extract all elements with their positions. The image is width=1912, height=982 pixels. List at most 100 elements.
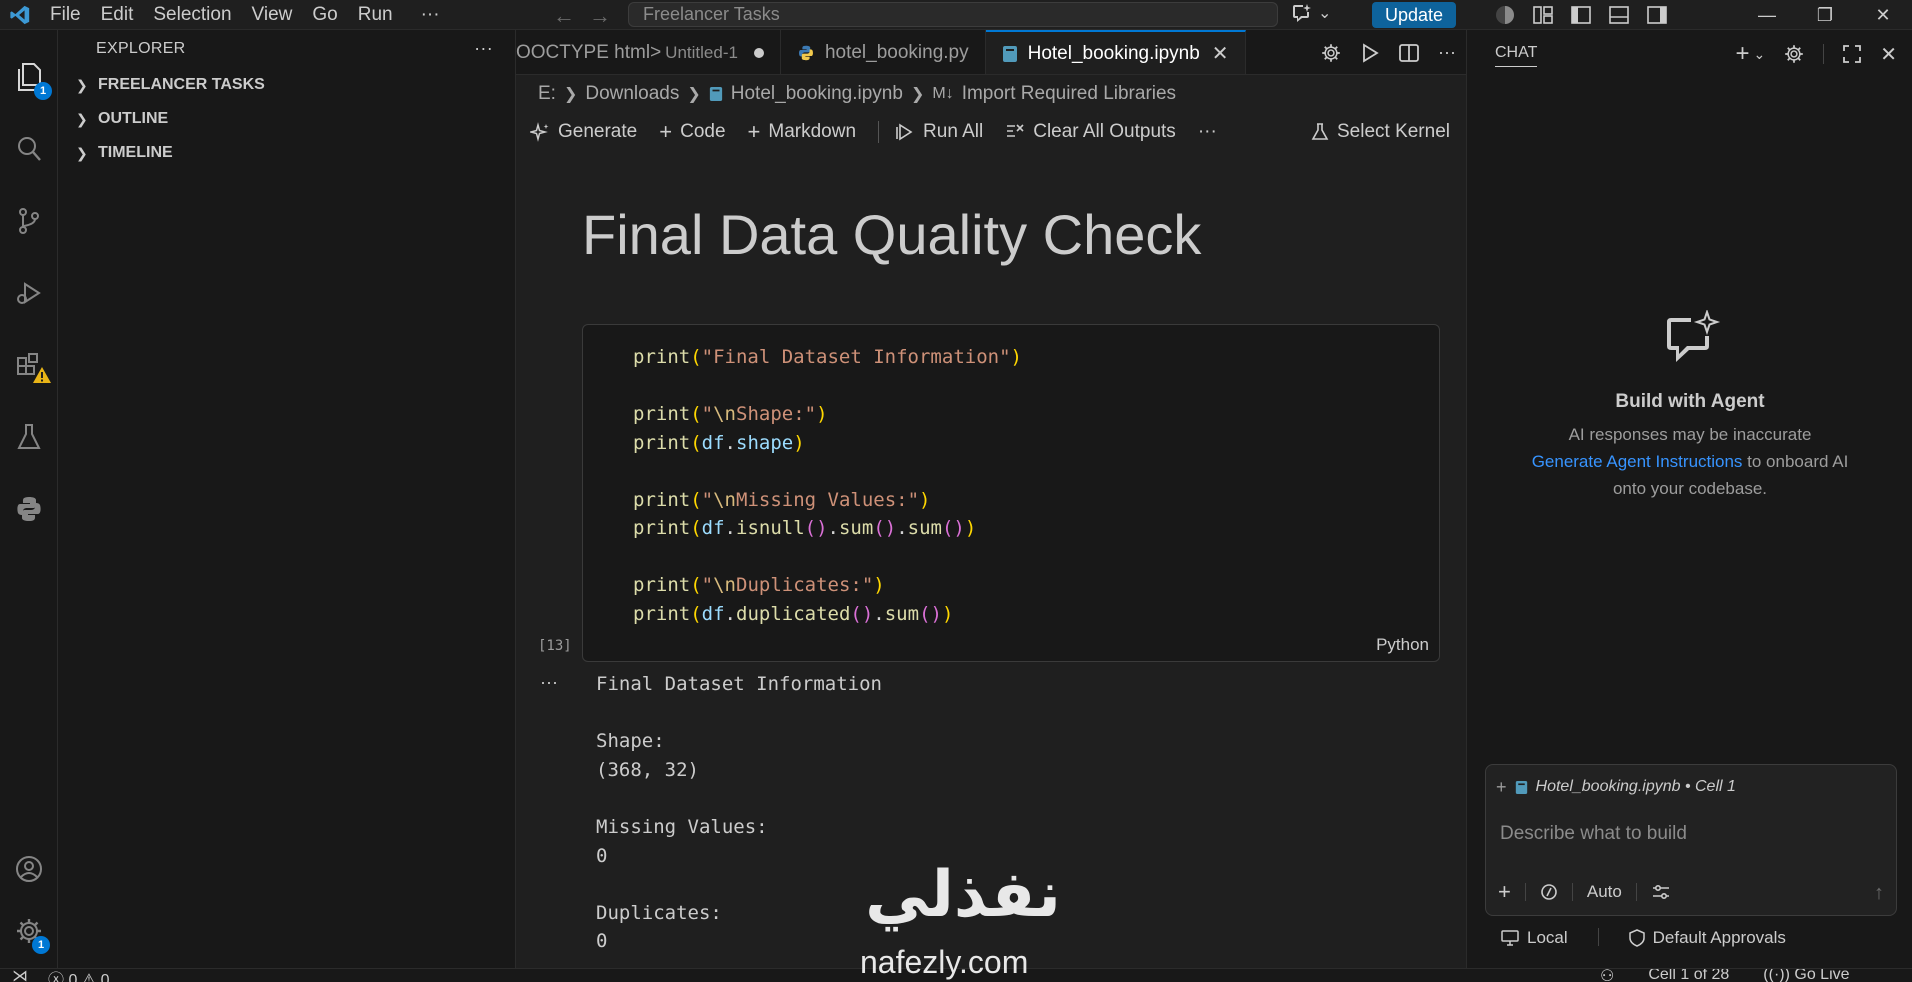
explorer-header: EXPLORER ··· xyxy=(58,30,515,68)
generate-agent-instructions-link[interactable]: Generate Agent Instructions xyxy=(1532,452,1743,471)
section-outline[interactable]: ❯ OUTLINE xyxy=(58,102,515,136)
markdown-heading: Final Data Quality Check xyxy=(582,203,1202,266)
menu-edit[interactable]: Edit xyxy=(91,0,144,30)
go-live-button[interactable]: ((·)) Go Live xyxy=(1763,969,1849,982)
close-icon[interactable]: ✕ xyxy=(1880,42,1897,67)
back-arrow-icon[interactable]: ← xyxy=(553,3,575,29)
explorer-activity[interactable]: 1 xyxy=(0,48,58,106)
default-approvals-label: Default Approvals xyxy=(1652,928,1786,947)
menu-selection[interactable]: Selection xyxy=(143,0,241,30)
tab-hotel-booking-py[interactable]: hotel_booking.py xyxy=(781,30,986,74)
run-icon[interactable] xyxy=(1360,42,1380,63)
tab-hotel-booking-ipynb[interactable]: Hotel_booking.ipynb ✕ xyxy=(985,30,1246,74)
output-line: Shape: xyxy=(596,730,665,753)
breadcrumb-file[interactable]: Hotel_booking.ipynb xyxy=(731,83,903,105)
generate-button[interactable]: Generate xyxy=(530,121,637,143)
plus-icon: + xyxy=(747,119,761,144)
section-freelancer-tasks[interactable]: ❯ FREELANCER TASKS xyxy=(58,68,515,102)
testing-activity[interactable] xyxy=(0,408,58,466)
default-approvals-button[interactable]: Default Approvals xyxy=(1628,928,1786,948)
cell-language-label[interactable]: Python xyxy=(1376,635,1429,655)
menu-run[interactable]: Run xyxy=(348,0,403,30)
vscode-logo-icon xyxy=(0,0,40,30)
menu-view[interactable]: View xyxy=(242,0,303,30)
code-label: Code xyxy=(680,121,726,142)
chat-title[interactable]: CHAT xyxy=(1495,44,1538,67)
editor-more-icon[interactable]: ··· xyxy=(1438,42,1456,63)
output-more-button[interactable]: ··· xyxy=(540,672,558,693)
customize-layout-icon[interactable] xyxy=(1532,4,1554,26)
minimize-icon[interactable]: — xyxy=(1738,0,1796,30)
restore-icon[interactable]: ❐ xyxy=(1796,0,1854,30)
gear-icon[interactable] xyxy=(1320,42,1342,64)
clear-all-outputs-button[interactable]: Clear All Outputs xyxy=(1005,121,1176,143)
toggle-panel-icon[interactable] xyxy=(1608,4,1630,26)
error-count: 0 xyxy=(68,972,78,982)
menu-file[interactable]: File xyxy=(40,0,91,30)
search-activity[interactable] xyxy=(0,120,58,178)
layout-controls xyxy=(1494,4,1668,26)
chevron-down-icon[interactable]: ⌄ xyxy=(1754,46,1766,63)
add-icon[interactable]: + xyxy=(1498,879,1511,905)
toolbar-more-button[interactable]: ··· xyxy=(1198,121,1217,143)
split-editor-icon[interactable] xyxy=(1398,42,1420,64)
extensions-activity[interactable] xyxy=(0,336,58,394)
update-button[interactable]: Update xyxy=(1372,2,1456,28)
run-debug-activity[interactable] xyxy=(0,264,58,322)
problems-indicator[interactable]: ⓧ 0 ⚠ 0 xyxy=(48,969,110,982)
explorer-sidebar: EXPLORER ··· ❯ FREELANCER TASKS ❯ OUTLIN… xyxy=(58,30,516,968)
monitor-icon xyxy=(1501,930,1519,946)
chat-input-placeholder[interactable]: Describe what to build xyxy=(1500,823,1687,845)
menu-more-button[interactable]: ··· xyxy=(421,4,440,26)
source-control-icon xyxy=(19,208,39,234)
explorer-more-button[interactable]: ··· xyxy=(474,38,493,59)
chat-instructions-rest: to onboard AI xyxy=(1742,452,1849,471)
chevron-down-icon: ⌄ xyxy=(1318,5,1332,22)
agent-mode-icon[interactable] xyxy=(1540,883,1558,901)
command-center-search[interactable]: Freelancer Tasks xyxy=(628,2,1278,27)
add-markdown-cell-button[interactable]: + Markdown xyxy=(748,119,857,145)
menu-go[interactable]: Go xyxy=(302,0,347,30)
add-context-icon[interactable]: + xyxy=(1496,777,1507,798)
maximize-icon[interactable] xyxy=(1842,44,1862,64)
manage-activity[interactable]: 1 xyxy=(0,902,58,960)
chat-panel: CHAT + ⌄ ✕ Build with Agent AI responses… xyxy=(1466,30,1912,968)
beaker-icon xyxy=(17,424,41,449)
copilot-status-icon[interactable]: ⚇ xyxy=(1600,969,1614,982)
copilot-menu[interactable]: ⌄ xyxy=(1290,3,1331,23)
add-code-cell-button[interactable]: + Code xyxy=(659,119,725,145)
new-chat-icon[interactable]: + xyxy=(1735,40,1749,68)
python-icon xyxy=(17,497,41,521)
run-all-button[interactable]: Run All xyxy=(895,121,983,143)
python-file-icon xyxy=(798,45,813,60)
select-kernel-label: Select Kernel xyxy=(1336,121,1450,142)
python-activity[interactable] xyxy=(0,480,58,538)
source-control-activity[interactable] xyxy=(0,192,58,250)
remote-icon[interactable]: ⋊ xyxy=(12,969,28,982)
cell-position[interactable]: Cell 1 of 28 xyxy=(1648,969,1729,982)
breadcrumb-section[interactable]: Import Required Libraries xyxy=(962,83,1176,105)
select-kernel-button[interactable]: Select Kernel xyxy=(1311,121,1450,143)
accounts-activity[interactable] xyxy=(0,840,58,898)
send-icon[interactable]: ↑ xyxy=(1874,882,1884,905)
chat-context-attachment[interactable]: + Hotel_booking.ipynb • Cell 1 xyxy=(1496,775,1736,799)
close-window-icon[interactable]: ✕ xyxy=(1854,0,1912,30)
close-tab-icon[interactable]: ✕ xyxy=(1212,41,1229,66)
gear-icon[interactable] xyxy=(1783,43,1805,65)
accounts-icon[interactable] xyxy=(1494,4,1516,26)
window-controls: — ❐ ✕ xyxy=(1738,0,1912,30)
section-timeline[interactable]: ❯ TIMELINE xyxy=(58,136,515,170)
chat-input-box[interactable]: + Hotel_booking.ipynb • Cell 1 Describe … xyxy=(1485,764,1897,916)
configure-tools-icon[interactable] xyxy=(1651,882,1671,902)
local-session-button[interactable]: Local xyxy=(1501,928,1568,948)
code-editor[interactable]: print("Final Dataset Information") print… xyxy=(633,343,1022,628)
output-line: 0 xyxy=(596,930,608,953)
toggle-secondary-sidebar-icon[interactable] xyxy=(1646,4,1668,26)
code-cell[interactable]: print("Final Dataset Information") print… xyxy=(582,324,1440,662)
tab-untitled-1[interactable]: OOCTYPE html> Untitled-1 xyxy=(516,30,781,74)
breadcrumb-folder[interactable]: Downloads xyxy=(585,83,679,105)
breadcrumb-drive[interactable]: E: xyxy=(538,83,556,105)
model-picker[interactable]: Auto xyxy=(1587,882,1622,902)
toggle-primary-sidebar-icon[interactable] xyxy=(1570,4,1592,26)
forward-arrow-icon[interactable]: → xyxy=(589,3,611,29)
